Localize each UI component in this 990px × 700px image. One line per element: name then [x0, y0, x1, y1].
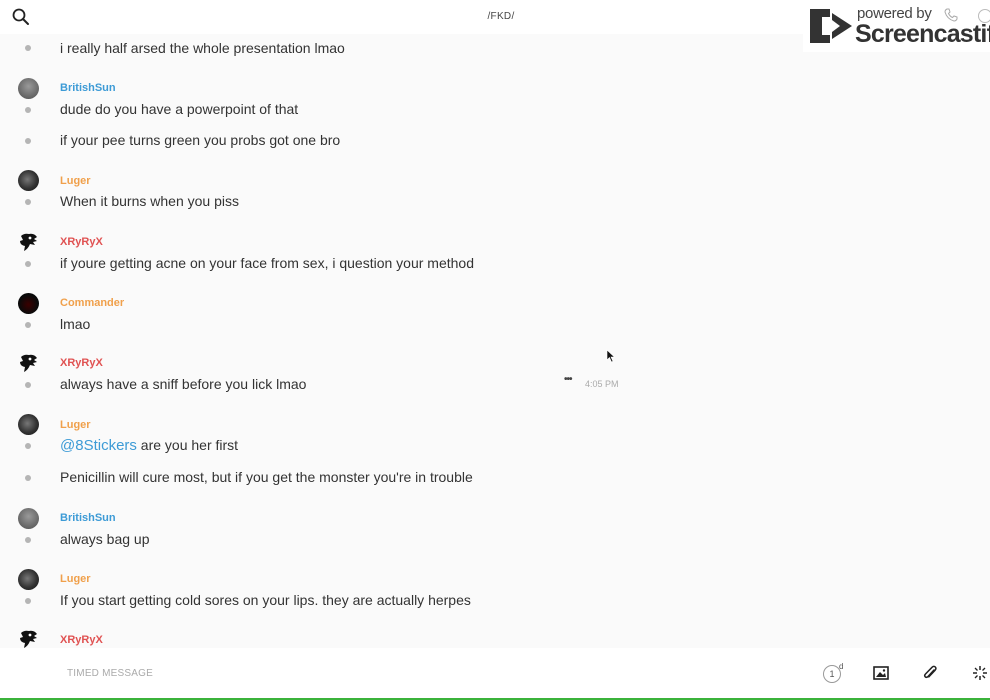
avatar[interactable]: [18, 629, 39, 648]
mouse-cursor-icon: [606, 349, 616, 368]
message-dot: [25, 107, 31, 113]
message-text: i really half arsed the whole presentati…: [60, 40, 345, 56]
username[interactable]: Luger: [60, 573, 91, 585]
message-text: dude do you have a powerpoint of that: [60, 101, 299, 117]
info-icon[interactable]: [978, 9, 990, 23]
user-mention[interactable]: @8Stickers: [60, 437, 137, 454]
message-list: i really half arsed the whole presentati…: [0, 34, 990, 648]
message-more-button[interactable]: •••: [564, 375, 578, 385]
username[interactable]: BritishSun: [60, 82, 116, 94]
avatar[interactable]: [18, 293, 39, 314]
message-text: @8Stickers are you her first: [60, 437, 238, 454]
username[interactable]: BritishSun: [60, 512, 116, 524]
message-text: Penicillin will cure most, but if you ge…: [60, 469, 473, 485]
username[interactable]: Luger: [60, 175, 91, 187]
message-text: If you start getting cold sores on your …: [60, 592, 471, 608]
timer-unit: d: [839, 662, 844, 671]
message-text: always have a sniff before you lick lmao: [60, 376, 307, 392]
message-dot: [25, 138, 31, 144]
message-text: lmao: [60, 316, 91, 332]
message-dot: [25, 537, 31, 543]
photo-icon[interactable]: [873, 666, 889, 685]
avatar[interactable]: [18, 414, 39, 435]
message-dot: [25, 261, 31, 267]
composer-bar: TIMED MESSAGE 1 d: [0, 648, 990, 700]
avatar[interactable]: [18, 170, 39, 191]
timer-button[interactable]: 1 d: [822, 662, 846, 686]
paperclip-icon[interactable]: [922, 664, 938, 687]
username[interactable]: Commander: [60, 297, 124, 309]
phone-icon[interactable]: [944, 8, 958, 27]
message-dot: [25, 382, 31, 388]
avatar[interactable]: [18, 353, 39, 374]
username[interactable]: XRyRyX: [60, 236, 103, 248]
message-dot: [25, 443, 31, 449]
avatar[interactable]: [18, 78, 39, 99]
message-dot: [25, 322, 31, 328]
message-dot: [25, 475, 31, 481]
message-text-rest: are you her first: [136, 437, 239, 453]
username[interactable]: XRyRyX: [60, 357, 103, 369]
message-dot: [25, 199, 31, 205]
timed-message-input[interactable]: TIMED MESSAGE: [67, 668, 153, 679]
message-dot: [25, 598, 31, 604]
message-text: When it burns when you piss: [60, 193, 239, 209]
avatar[interactable]: [18, 508, 39, 529]
message-timestamp: 4:05 PM: [585, 379, 619, 389]
username[interactable]: XRyRyX: [60, 634, 103, 646]
avatar[interactable]: [18, 569, 39, 590]
username[interactable]: Luger: [60, 419, 91, 431]
message-text: if your pee turns green you probs got on…: [60, 132, 341, 148]
sparkle-icon[interactable]: [972, 665, 988, 686]
avatar[interactable]: [18, 232, 39, 253]
message-text: always bag up: [60, 531, 150, 547]
message-text: if youre getting acne on your face from …: [60, 255, 475, 271]
message-dot: [25, 45, 31, 51]
